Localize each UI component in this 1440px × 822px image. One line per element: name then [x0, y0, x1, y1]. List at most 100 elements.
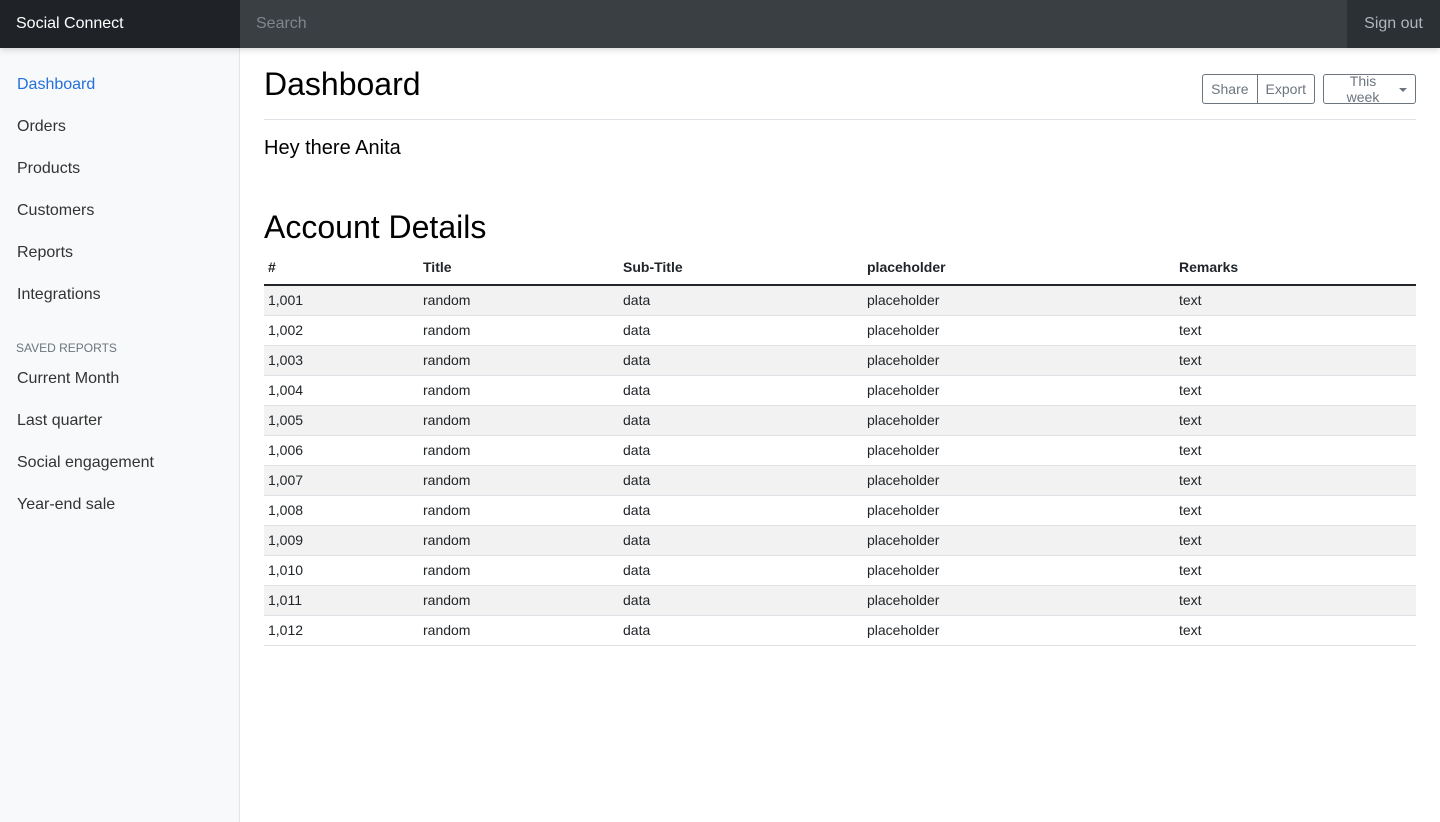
table-cell: 1,004	[264, 375, 419, 406]
table-cell: placeholder	[863, 555, 1175, 586]
table-cell: random	[419, 285, 619, 316]
table-cell: placeholder	[863, 315, 1175, 346]
table-cell: data	[619, 615, 863, 646]
table-cell: text	[1175, 555, 1416, 586]
column-header-subtitle: Sub-Title	[619, 259, 863, 286]
table-cell: random	[419, 375, 619, 406]
main-content: Dashboard Share Export This week Hey the…	[264, 48, 1416, 646]
table-cell: data	[619, 285, 863, 316]
table-cell: 1,001	[264, 285, 419, 316]
table-row: 1,006 random data placeholder text	[264, 435, 1416, 466]
top-navbar: Social Connect Sign out	[0, 0, 1440, 48]
greeting-text: Hey there Anita	[264, 137, 401, 159]
saved-report-year-end-sale[interactable]: Year-end sale	[0, 484, 239, 526]
sidebar-item-customers[interactable]: Customers	[0, 190, 239, 232]
table-cell: data	[619, 555, 863, 586]
table-cell: placeholder	[863, 435, 1175, 466]
table-cell: 1,003	[264, 345, 419, 376]
table-cell: 1,008	[264, 495, 419, 526]
table-row: 1,008 random data placeholder text	[264, 495, 1416, 526]
table-cell: random	[419, 465, 619, 496]
table-row: 1,005 random data placeholder text	[264, 405, 1416, 436]
table-body: 1,001 random data placeholder text 1,002 rando…	[264, 285, 1416, 646]
table-cell: random	[419, 525, 619, 556]
table-cell: random	[419, 315, 619, 346]
table-cell: data	[619, 465, 863, 496]
share-button[interactable]: Share	[1202, 74, 1257, 104]
table-cell: placeholder	[863, 525, 1175, 556]
table-cell: 1,002	[264, 315, 419, 346]
table-cell: text	[1175, 375, 1416, 406]
table-cell: placeholder	[863, 345, 1175, 376]
chevron-down-icon	[1399, 87, 1407, 92]
saved-report-last-quarter[interactable]: Last quarter	[0, 400, 239, 442]
table-cell: 1,006	[264, 435, 419, 466]
table-row: 1,007 random data placeholder text	[264, 465, 1416, 496]
search-input[interactable]	[240, 0, 1347, 48]
table-cell: 1,011	[264, 585, 419, 616]
table-cell: 1,010	[264, 555, 419, 586]
table-row: 1,003 random data placeholder text	[264, 345, 1416, 376]
section-title: Account Details	[264, 209, 487, 245]
table-cell: data	[619, 405, 863, 436]
saved-report-social-engagement[interactable]: Social engagement	[0, 442, 239, 484]
table-cell: placeholder	[863, 465, 1175, 496]
table-cell: text	[1175, 405, 1416, 436]
sidebar: Dashboard Orders Products Customers Repo…	[0, 48, 240, 822]
table-cell: placeholder	[863, 285, 1175, 316]
period-dropdown[interactable]: This week	[1323, 73, 1416, 105]
sidebar-item-dashboard[interactable]: Dashboard	[0, 64, 239, 106]
table-cell: placeholder	[863, 375, 1175, 406]
table-header-row: # Title Sub-Title placeholder Remarks	[264, 259, 1416, 286]
table-cell: random	[419, 615, 619, 646]
table-cell: data	[619, 375, 863, 406]
sign-out-link[interactable]: Sign out	[1347, 0, 1440, 48]
column-header-remarks: Remarks	[1175, 259, 1416, 286]
brand-logo[interactable]: Social Connect	[0, 0, 240, 48]
table-cell: placeholder	[863, 615, 1175, 646]
table-cell: data	[619, 435, 863, 466]
export-button[interactable]: Export	[1256, 74, 1315, 104]
sidebar-item-orders[interactable]: Orders	[0, 106, 239, 148]
table-cell: text	[1175, 465, 1416, 496]
table-cell: random	[419, 435, 619, 466]
sidebar-item-integrations[interactable]: Integrations	[0, 274, 239, 316]
table-cell: random	[419, 585, 619, 616]
table-cell: random	[419, 495, 619, 526]
column-header-number: #	[264, 259, 419, 286]
table-row: 1,009 random data placeholder text	[264, 525, 1416, 556]
table-row: 1,004 random data placeholder text	[264, 375, 1416, 406]
table-cell: placeholder	[863, 405, 1175, 436]
column-header-title: Title	[419, 259, 619, 286]
saved-reports-heading: Saved reports	[16, 341, 117, 355]
table-cell: 1,009	[264, 525, 419, 556]
table-row: 1,011 random data placeholder text	[264, 585, 1416, 616]
table-cell: placeholder	[863, 495, 1175, 526]
table-cell: text	[1175, 435, 1416, 466]
column-header-placeholder: placeholder	[863, 259, 1175, 286]
table-cell: data	[619, 315, 863, 346]
table-cell: text	[1175, 345, 1416, 376]
table-cell: text	[1175, 615, 1416, 646]
table-cell: random	[419, 345, 619, 376]
table-cell: 1,007	[264, 465, 419, 496]
saved-report-current-month[interactable]: Current Month	[0, 358, 239, 400]
sidebar-item-reports[interactable]: Reports	[0, 232, 239, 274]
table-cell: random	[419, 555, 619, 586]
table-row: 1,002 random data placeholder text	[264, 315, 1416, 346]
table-row: 1,001 random data placeholder text	[264, 285, 1416, 316]
sidebar-item-products[interactable]: Products	[0, 148, 239, 190]
table-row: 1,012 random data placeholder text	[264, 615, 1416, 646]
table-cell: random	[419, 405, 619, 436]
table-cell: text	[1175, 495, 1416, 526]
period-dropdown-label: This week	[1346, 73, 1380, 105]
table-cell: text	[1175, 585, 1416, 616]
table-cell: 1,012	[264, 615, 419, 646]
table-cell: data	[619, 585, 863, 616]
table-cell: text	[1175, 525, 1416, 556]
page-title: Dashboard	[264, 66, 421, 102]
table-cell: text	[1175, 315, 1416, 346]
account-details-table: # Title Sub-Title placeholder Remarks 1,…	[264, 259, 1416, 646]
page-header: Dashboard Share Export This week	[264, 48, 1416, 120]
table-cell: data	[619, 345, 863, 376]
